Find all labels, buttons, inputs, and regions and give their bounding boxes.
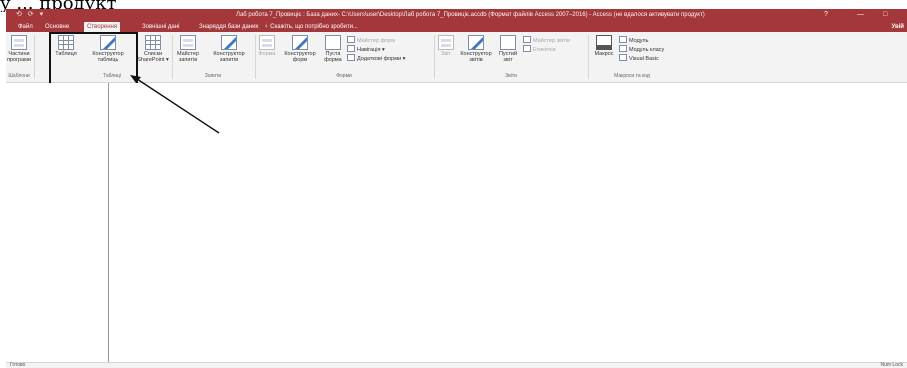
arrow-line — [133, 76, 220, 134]
arrow-head — [130, 75, 141, 83]
annotation-arrow — [130, 75, 220, 134]
